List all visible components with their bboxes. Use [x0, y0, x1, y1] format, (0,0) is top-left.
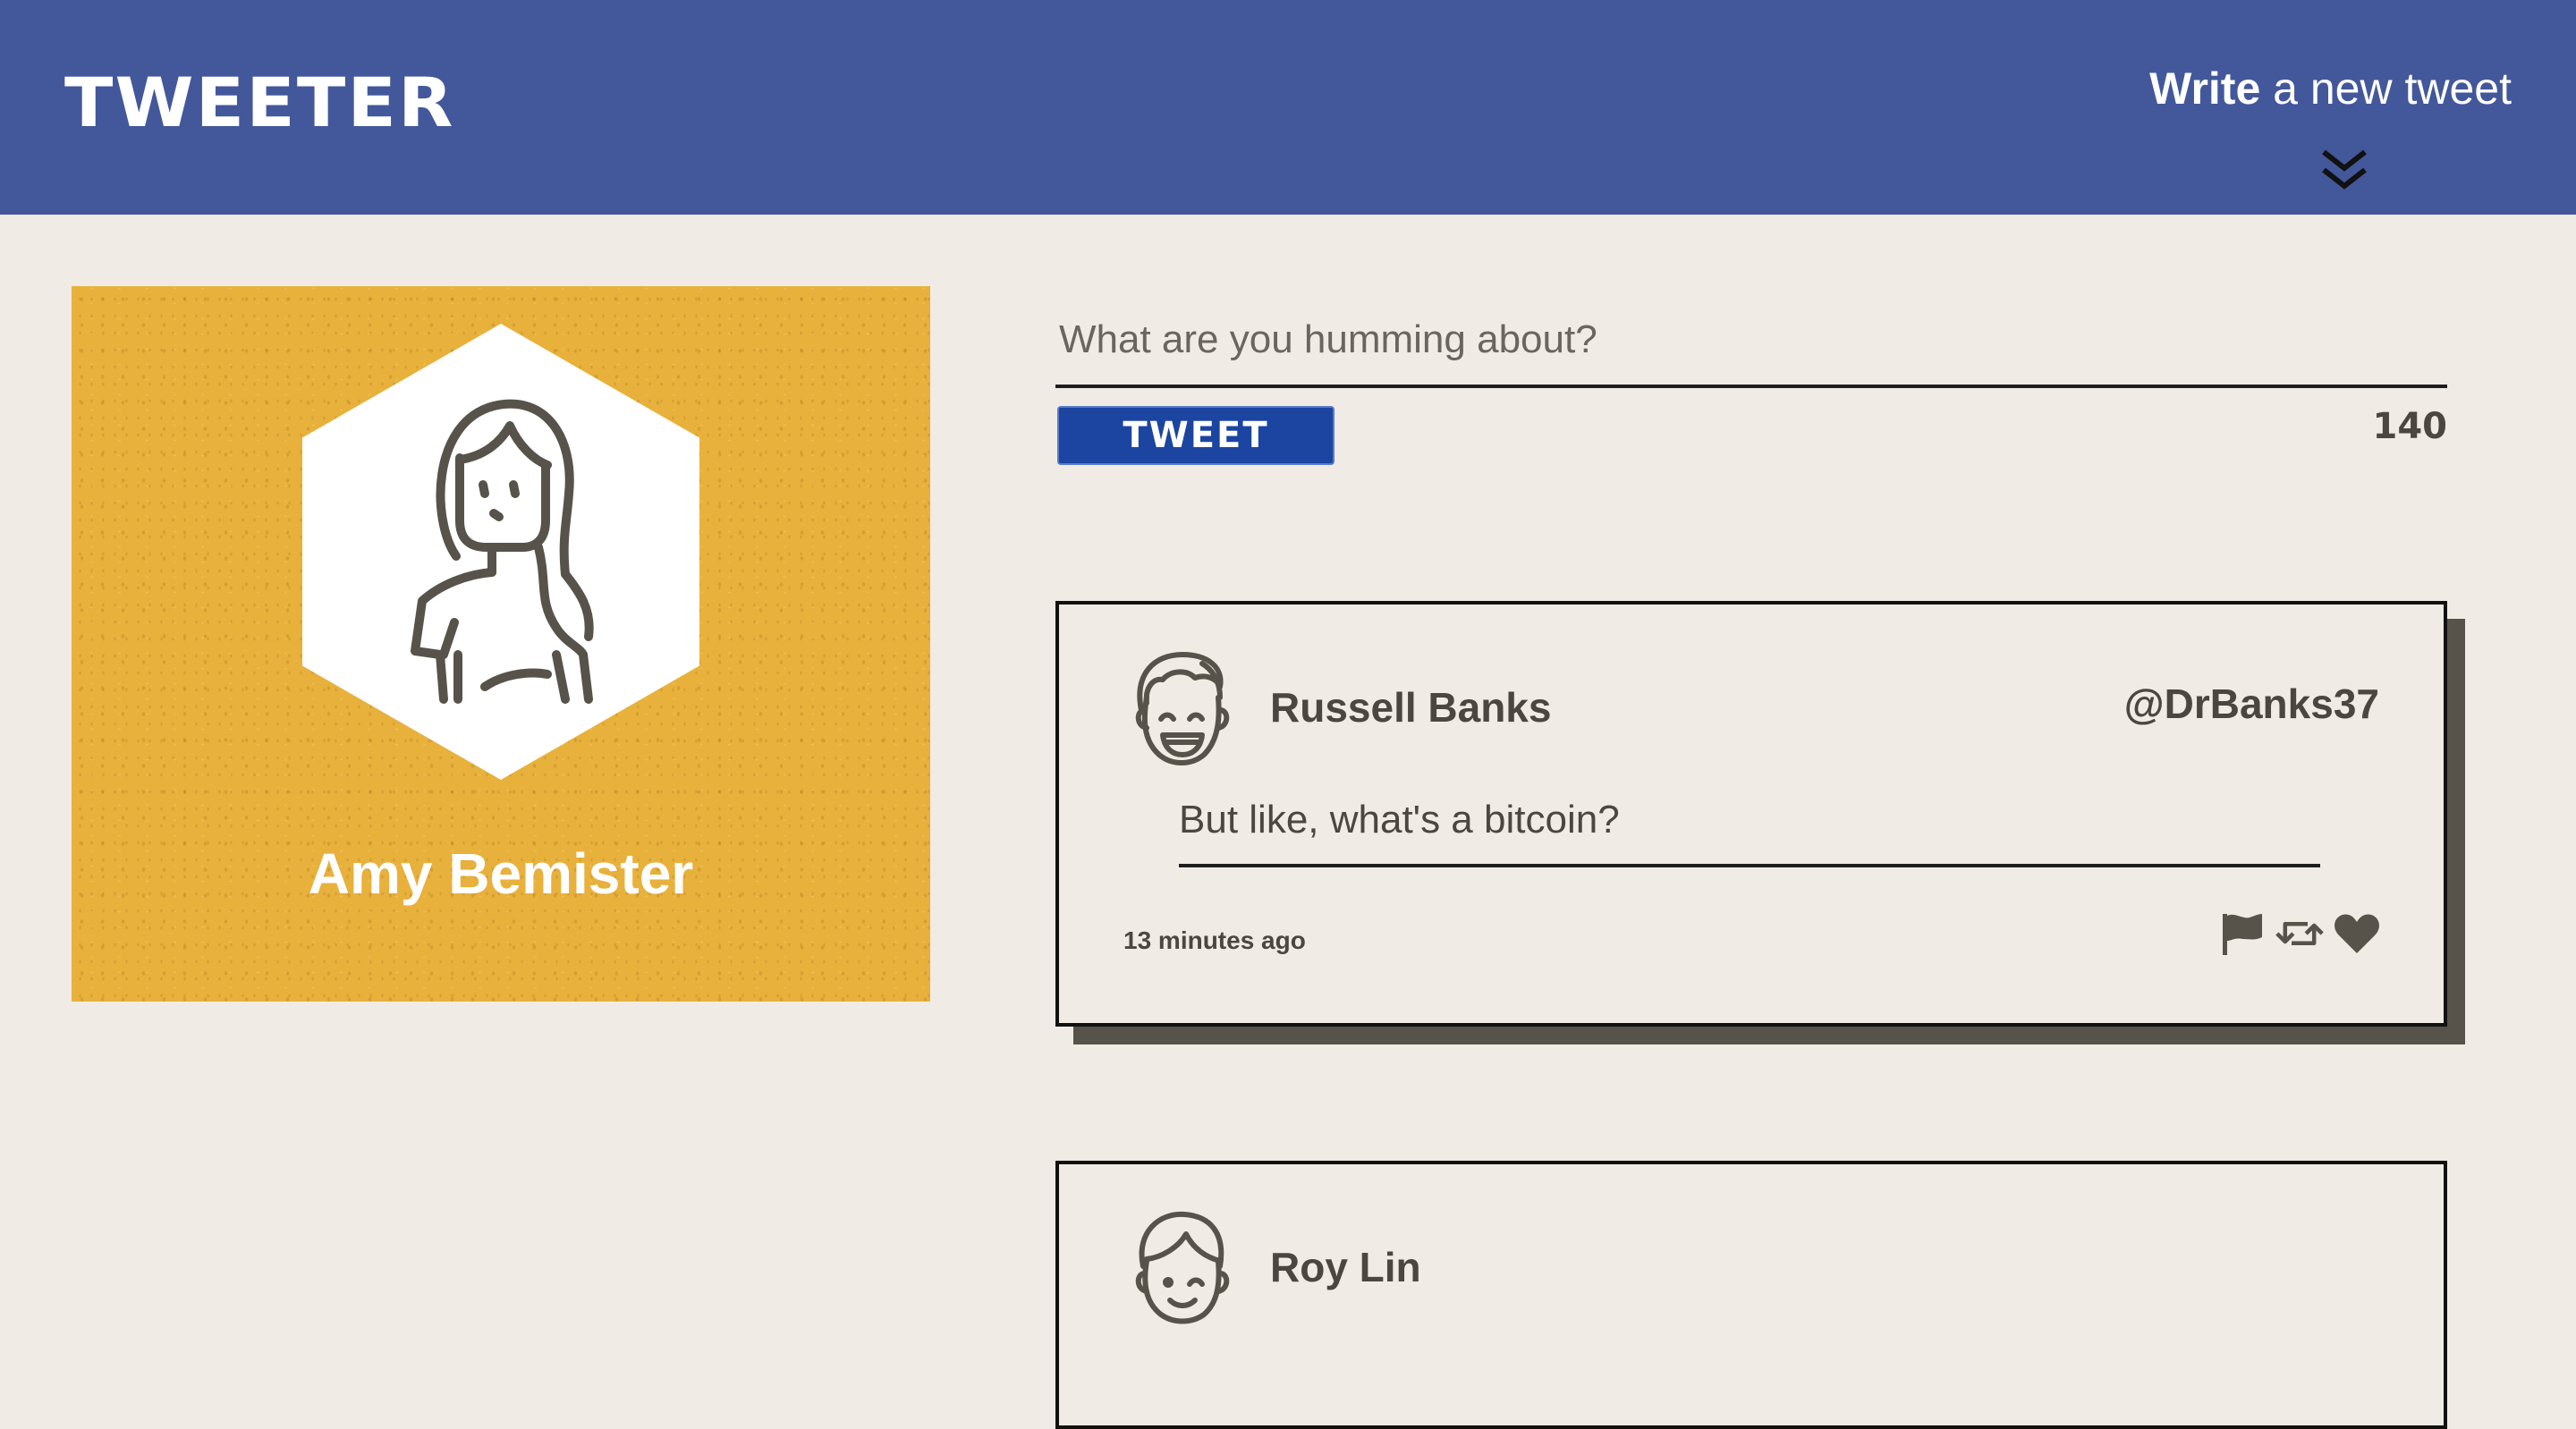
- tweet-actions: [2218, 909, 2381, 959]
- tweet-author-name[interactable]: Russell Banks: [1270, 683, 1551, 731]
- woman-avatar-icon: [411, 399, 594, 704]
- tweet-input[interactable]: [1055, 295, 2447, 388]
- like-button[interactable]: [2333, 909, 2381, 959]
- character-counter: 140: [2372, 406, 2448, 447]
- tweet-author-name[interactable]: Roy Lin: [1270, 1243, 1421, 1291]
- write-tweet-label-bold: Write: [2149, 63, 2261, 114]
- top-nav-bar: TWEETER Write a new tweet: [0, 0, 2576, 215]
- tweet-composer: TWEET 140: [1055, 286, 2447, 483]
- write-tweet-label: Write a new tweet: [2149, 63, 2512, 114]
- profile-name: Amy Bemister: [308, 841, 694, 906]
- write-tweet-label-rest: a new tweet: [2260, 63, 2512, 114]
- tweet-timestamp: 13 minutes ago: [1123, 926, 1306, 954]
- tweet-text: But like, what's a bitcoin?: [1179, 798, 2320, 867]
- retweet-icon: [2275, 921, 2324, 946]
- tweet-button[interactable]: TWEET: [1057, 406, 1335, 465]
- laughing-man-avatar-icon: [1135, 652, 1230, 765]
- flag-button[interactable]: [2218, 909, 2267, 959]
- winking-man-avatar-icon: [1135, 1211, 1230, 1324]
- retweet-button[interactable]: [2275, 909, 2324, 959]
- tweet-card: Russell Banks @DrBanks37 But like, what'…: [1055, 601, 2447, 1027]
- flag-icon: [2223, 914, 2262, 955]
- write-tweet-toggle[interactable]: Write a new tweet: [2136, 63, 2512, 197]
- tweet-author-handle[interactable]: @DrBanks37: [2124, 680, 2379, 728]
- double-chevron-down-icon[interactable]: [2320, 148, 2368, 191]
- heart-icon: [2334, 914, 2379, 953]
- profile-card: Amy Bemister: [72, 286, 930, 1002]
- tweet-card: Roy Lin: [1055, 1161, 2447, 1429]
- app-logo[interactable]: TWEETER: [64, 63, 455, 142]
